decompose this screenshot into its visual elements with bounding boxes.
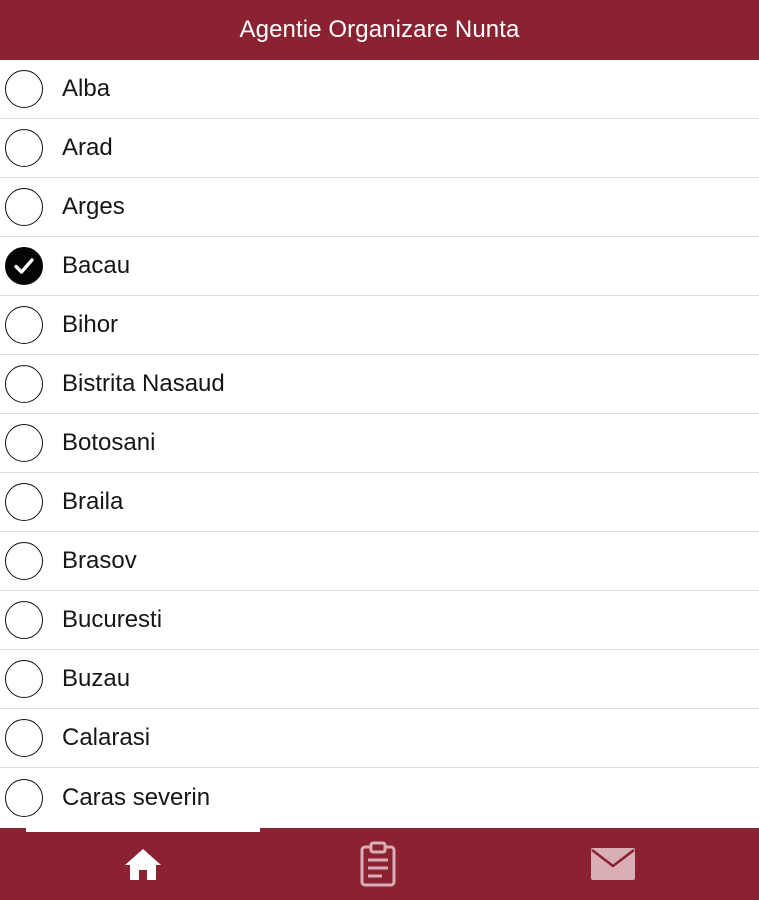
radio-button-checked[interactable] <box>5 247 43 285</box>
checkmark-icon <box>14 258 34 274</box>
list-item[interactable]: Brasov <box>0 532 759 591</box>
radio-button[interactable] <box>5 70 43 108</box>
list-item[interactable]: Arges <box>0 178 759 237</box>
list-item[interactable]: Bistrita Nasaud <box>0 355 759 414</box>
radio-button[interactable] <box>5 365 43 403</box>
radio-button[interactable] <box>5 424 43 462</box>
list-item-label: Bacau <box>62 252 131 279</box>
radio-button[interactable] <box>5 306 43 344</box>
app-screen: Agentie Organizare Nunta Alba Arad Arges… <box>0 0 759 900</box>
radio-button[interactable] <box>5 483 43 521</box>
page-title: Agentie Organizare Nunta <box>239 16 520 43</box>
radio-button[interactable] <box>5 601 43 639</box>
radio-button[interactable] <box>5 188 43 226</box>
radio-button[interactable] <box>5 129 43 167</box>
list-item[interactable]: Alba <box>0 60 759 119</box>
list-item-label: Caras severin <box>62 783 211 811</box>
list-item[interactable]: Bihor <box>0 296 759 355</box>
list-item-label: Brasov <box>62 547 137 574</box>
list-item[interactable]: Buzau <box>0 650 759 709</box>
tab-home[interactable] <box>90 828 195 900</box>
list-item-label: Bucuresti <box>62 606 163 633</box>
list-item-label: Calarasi <box>62 724 151 751</box>
tab-bar-edge <box>26 826 260 832</box>
list-item-label: Arad <box>62 134 113 161</box>
list-item-label: Bistrita Nasaud <box>62 370 225 397</box>
tab-list[interactable] <box>330 828 425 900</box>
radio-button[interactable] <box>5 719 43 757</box>
county-list[interactable]: Alba Arad Arges Bacau Bihor Bistrita Nas… <box>0 60 759 828</box>
clipboard-icon <box>360 841 395 887</box>
radio-button[interactable] <box>5 542 43 580</box>
tab-contact[interactable] <box>565 828 660 900</box>
list-item-label: Alba <box>62 75 111 102</box>
radio-button[interactable] <box>5 660 43 698</box>
mail-icon <box>590 848 635 880</box>
list-item-label: Botosani <box>62 429 156 456</box>
home-icon <box>124 849 161 880</box>
radio-button[interactable] <box>5 778 43 817</box>
list-item[interactable]: Botosani <box>0 414 759 473</box>
list-item[interactable]: Arad <box>0 119 759 178</box>
list-item[interactable]: Braila <box>0 473 759 532</box>
list-item[interactable]: Calarasi <box>0 709 759 768</box>
list-item-label: Arges <box>62 193 125 220</box>
list-item-label: Braila <box>62 488 124 515</box>
bottom-tab-bar <box>0 828 759 900</box>
list-item-label: Buzau <box>62 665 131 692</box>
app-header: Agentie Organizare Nunta <box>0 0 759 60</box>
list-item-label: Bihor <box>62 311 119 338</box>
list-item[interactable]: Caras severin <box>0 768 759 827</box>
list-item[interactable]: Bucuresti <box>0 591 759 650</box>
list-item[interactable]: Bacau <box>0 237 759 296</box>
